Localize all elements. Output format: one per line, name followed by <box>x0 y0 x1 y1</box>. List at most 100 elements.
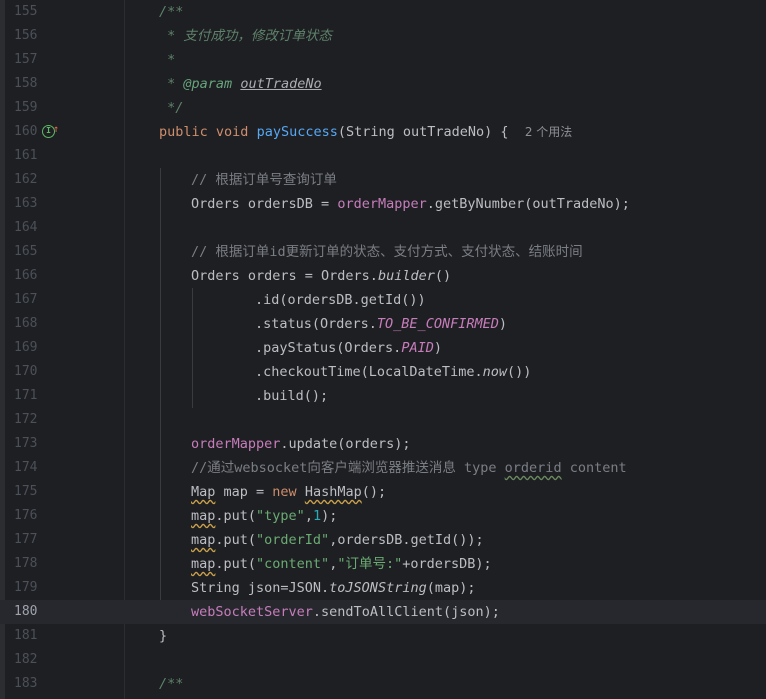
line-number[interactable]: 160 <box>14 120 42 144</box>
code-token: * <box>159 76 184 92</box>
code-token: paySuccess <box>256 124 338 140</box>
code-token: () <box>434 268 452 284</box>
code-token: orderid <box>504 460 562 476</box>
code-token: now <box>482 364 507 380</box>
code-token: .put( <box>215 508 257 524</box>
line-number[interactable]: 164 <box>14 216 42 240</box>
code-token: "订单号:" <box>337 556 403 572</box>
code-token: ()) <box>506 364 532 380</box>
code-line[interactable]: 160 I ↑ public void paySuccess(String outTr… <box>0 120 766 144</box>
line-number[interactable]: 173 <box>14 432 42 456</box>
line-number[interactable]: 182 <box>14 648 42 672</box>
code-token: orderMapper <box>191 436 281 452</box>
line-number[interactable]: 158 <box>14 72 42 96</box>
code-line[interactable]: 183 /** <box>0 672 766 696</box>
code-line[interactable]: 178 map.put("content","订单号:"+ordersDB); <box>0 552 766 576</box>
code-line[interactable]: 182 <box>0 648 766 672</box>
code-line[interactable]: 157 * <box>0 48 766 72</box>
line-number[interactable]: 176 <box>14 504 42 528</box>
line-number[interactable]: 156 <box>14 24 42 48</box>
code-token: map <box>191 532 216 548</box>
line-number[interactable]: 171 <box>14 384 42 408</box>
code-text: * @param outTradeNo <box>159 72 321 96</box>
code-token: , <box>304 508 313 524</box>
line-number[interactable]: 177 <box>14 528 42 552</box>
code-line[interactable]: 156 * 支付成功，修改订单状态 <box>0 24 766 48</box>
code-text: .payStatus(Orders.PAID) <box>255 336 442 360</box>
code-text: map.put("orderId",ordersDB.getId()); <box>191 528 484 552</box>
code-text: .build(); <box>255 384 328 408</box>
code-token: .payStatus(Orders. <box>255 340 402 356</box>
code-line[interactable]: 170 .checkoutTime(LocalDateTime.now()) <box>0 360 766 384</box>
code-line[interactable]: 158 * @param outTradeNo <box>0 72 766 96</box>
code-text: /** <box>159 672 183 696</box>
line-number[interactable]: 166 <box>14 264 42 288</box>
line-number[interactable]: 155 <box>14 0 42 24</box>
code-token: * <box>159 52 176 68</box>
code-token: .sendToAllClient(json); <box>312 604 500 620</box>
code-line[interactable]: 164 <box>0 216 766 240</box>
line-number[interactable]: 172 <box>14 408 42 432</box>
code-line[interactable]: 175 Map map = new HashMap(); <box>0 480 766 504</box>
code-line[interactable]: 176 map.put("type",1); <box>0 504 766 528</box>
code-token: Orders ordersDB = <box>191 196 338 212</box>
line-number[interactable]: 181 <box>14 624 42 648</box>
code-line[interactable]: 167 .id(ordersDB.getId()) <box>0 288 766 312</box>
code-token: .status(Orders. <box>255 316 377 332</box>
code-line[interactable]: 155 /** <box>0 0 766 24</box>
code-line[interactable]: 161 <box>0 144 766 168</box>
code-text: Map map = new HashMap(); <box>191 480 386 504</box>
code-text: // 根据订单号查询订单 <box>191 168 337 192</box>
code-line[interactable]: 162 // 根据订单号查询订单 <box>0 168 766 192</box>
code-line[interactable]: 179 String json=JSON.toJSONString(map); <box>0 576 766 600</box>
line-number[interactable]: 174 <box>14 456 42 480</box>
code-editor[interactable]: 155/** 156 * 支付成功，修改订单状态 157 * 158 * @param… <box>0 0 766 699</box>
line-number[interactable]: 169 <box>14 336 42 360</box>
code-text: .status(Orders.TO_BE_CONFIRMED) <box>255 312 507 336</box>
code-token: content <box>561 460 627 476</box>
code-line[interactable]: 180 webSocketServer.sendToAllClient(json)… <box>0 600 766 624</box>
code-token: 1 <box>312 508 322 524</box>
code-token: +ordersDB); <box>402 556 492 572</box>
code-token: ) <box>498 316 507 332</box>
code-token: public <box>159 124 208 140</box>
line-number[interactable]: 161 <box>14 144 42 168</box>
code-token: // 根据订单id更新订单的状态、支付方式、支付状态、结账时间 <box>191 244 583 260</box>
code-line[interactable]: 169 .payStatus(Orders.PAID) <box>0 336 766 360</box>
line-number[interactable]: 170 <box>14 360 42 384</box>
line-number[interactable]: 159 <box>14 96 42 120</box>
line-number[interactable]: 178 <box>14 552 42 576</box>
line-number[interactable]: 157 <box>14 48 42 72</box>
code-line[interactable]: 173 orderMapper.update(orders); <box>0 432 766 456</box>
code-text: .checkoutTime(LocalDateTime.now()) <box>255 360 531 384</box>
line-number[interactable]: 179 <box>14 576 42 600</box>
line-number[interactable]: 180 <box>14 600 42 624</box>
code-token: String json=JSON. <box>191 580 330 596</box>
code-text: /** <box>159 0 183 24</box>
code-token: (); <box>361 484 387 500</box>
code-line[interactable]: 165 // 根据订单id更新订单的状态、支付方式、支付状态、结账时间 <box>0 240 766 264</box>
line-number[interactable]: 163 <box>14 192 42 216</box>
line-number[interactable]: 183 <box>14 672 42 696</box>
line-number[interactable]: 162 <box>14 168 42 192</box>
line-number[interactable]: 175 <box>14 480 42 504</box>
code-line[interactable]: 174 //通过websocket向客户端浏览器推送消息 type orderid… <box>0 456 766 480</box>
code-token: /** <box>159 4 184 20</box>
code-line[interactable]: 177 map.put("orderId",ordersDB.getId()); <box>0 528 766 552</box>
code-text: map.put("type",1); <box>191 504 337 528</box>
code-token: PAID <box>401 340 434 356</box>
code-line[interactable]: 168 .status(Orders.TO_BE_CONFIRMED) <box>0 312 766 336</box>
code-token: toJSONString <box>329 580 427 596</box>
code-line[interactable]: 181} <box>0 624 766 648</box>
line-number[interactable]: 165 <box>14 240 42 264</box>
usages-hint[interactable]: 2 个用法 <box>525 125 572 139</box>
code-line[interactable]: 171 .build(); <box>0 384 766 408</box>
line-number[interactable]: 167 <box>14 288 42 312</box>
line-number[interactable]: 168 <box>14 312 42 336</box>
code-line[interactable]: 166 Orders orders = Orders.builder() <box>0 264 766 288</box>
code-line[interactable]: 172 <box>0 408 766 432</box>
code-line[interactable]: 159 */ <box>0 96 766 120</box>
code-line[interactable]: 163 Orders ordersDB = orderMapper.getByNu… <box>0 192 766 216</box>
code-token: .update(orders); <box>280 436 411 452</box>
